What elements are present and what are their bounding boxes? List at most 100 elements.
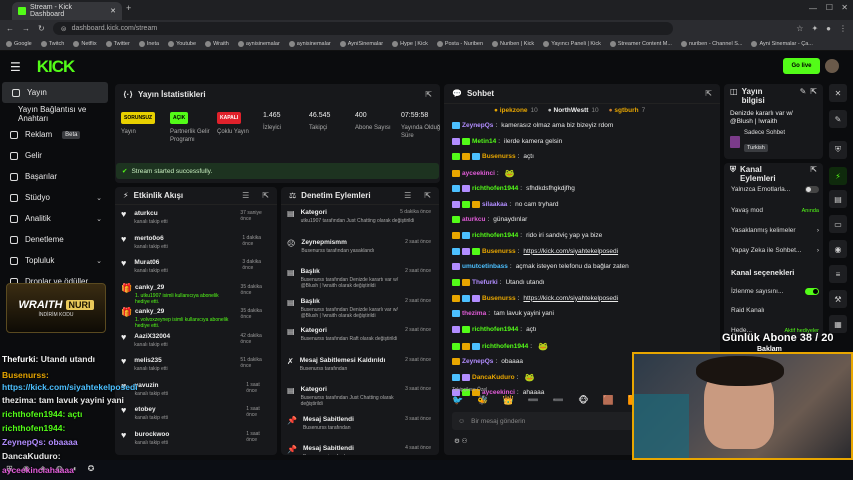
chat-username[interactable]: aturkcu xyxy=(462,216,485,223)
forward-icon[interactable]: → xyxy=(22,24,30,33)
bookmark-item[interactable]: Ineta xyxy=(138,40,159,47)
back-icon[interactable]: ← xyxy=(6,24,14,33)
setting-toggle[interactable] xyxy=(805,186,819,193)
bookmark-item[interactable]: Hype | Kick xyxy=(392,40,428,47)
taskbar-app-icon[interactable]: ✪ xyxy=(88,464,95,473)
sidebar-item-5[interactable]: Başarılar xyxy=(0,166,110,187)
popout-icon[interactable]: ⇱ xyxy=(705,89,712,98)
activity-user[interactable]: aturkcu xyxy=(134,210,234,217)
bookmark-item[interactable]: Yayıncı Paneli | Kick xyxy=(543,40,601,47)
popout-icon[interactable]: ⇱ xyxy=(810,87,817,96)
activity-user[interactable]: canky_29 xyxy=(135,308,235,315)
chat-username[interactable]: Busenurss xyxy=(482,295,516,302)
bookmark-item[interactable]: Twitter xyxy=(105,40,130,47)
rail-doc-icon[interactable]: ▤ xyxy=(829,190,847,208)
chat-link[interactable]: https://kick.com/siyahtekelposedi xyxy=(523,295,618,302)
activity-user[interactable]: burockwoo xyxy=(135,431,241,438)
emote[interactable]: ➖ xyxy=(528,395,539,406)
chat-username[interactable]: silaakaa xyxy=(482,201,507,208)
channel-setting-row[interactable]: İzlenme sayısını... xyxy=(731,288,819,295)
emote[interactable]: 🐝 xyxy=(477,395,488,406)
bookmark-item[interactable]: Ayni Sinemalar - Ça... xyxy=(751,40,813,47)
chat-username[interactable]: ZeynepQs xyxy=(462,122,493,129)
activity-user[interactable]: merto0o6 xyxy=(134,235,236,242)
top-chatter[interactable]: ● NorthWestt 10 xyxy=(548,107,599,114)
emote[interactable]: ➖ xyxy=(553,395,564,406)
go-live-button[interactable]: Go live xyxy=(783,58,820,74)
bookmark-item[interactable]: nuriben - Channel S... xyxy=(680,40,742,47)
bookmark-item[interactable]: Google xyxy=(6,40,32,47)
sidebar-item-9[interactable]: Topluluk ⌄ xyxy=(0,250,110,271)
channel-setting-row[interactable]: Raid Kanalı xyxy=(731,307,819,314)
sidebar-item-3[interactable]: Reklam Beta xyxy=(0,124,110,145)
user-avatar[interactable] xyxy=(825,59,839,73)
chat-username[interactable]: richthofen1944 xyxy=(472,326,518,333)
emote[interactable]: 🐵 xyxy=(578,395,588,406)
filter-icon[interactable]: ☰ xyxy=(404,191,411,200)
activity-user[interactable]: Murat06 xyxy=(134,259,236,266)
chat-username[interactable]: DancaKuduro xyxy=(472,374,515,381)
chat-bottom-icons[interactable]: ⚙ ⚇ xyxy=(454,437,467,445)
emote[interactable]: 🟫 xyxy=(603,395,614,406)
setting-toggle[interactable] xyxy=(805,288,819,295)
browser-menu-icon[interactable]: ⋮ xyxy=(839,24,847,33)
chat-username[interactable]: ayceekinci xyxy=(462,170,495,177)
channel-setting-row[interactable]: Yavaş mod Anında xyxy=(731,207,819,214)
rail-grid-icon[interactable]: ▦ xyxy=(829,315,847,333)
new-tab-icon[interactable]: + xyxy=(126,3,131,13)
close-window-icon[interactable]: ✕ xyxy=(841,3,848,12)
chat-username[interactable]: richthofen1944 xyxy=(472,185,518,192)
chat-username[interactable]: thezima xyxy=(462,310,486,317)
extensions-icon[interactable]: ✦ xyxy=(811,24,818,33)
chat-username[interactable]: richthofen1944 xyxy=(482,343,528,350)
activity-user[interactable]: etobey xyxy=(135,406,241,413)
rail-tool-icon[interactable]: ⚒ xyxy=(829,290,847,308)
sidebar-item-2[interactable]: Yayın Bağlantısı ve Anahtarı xyxy=(0,103,110,124)
rail-shield-icon[interactable]: ⛨ xyxy=(829,141,847,159)
reload-icon[interactable]: ↻ xyxy=(38,24,45,33)
top-chatter[interactable]: ● sgtburh 7 xyxy=(609,107,646,114)
bookmark-item[interactable]: AyniSinemalar xyxy=(339,40,383,47)
chat-username[interactable]: Busenurss xyxy=(482,248,516,255)
rail-list-icon[interactable]: ≡ xyxy=(829,265,847,283)
rail-edit-icon[interactable]: ✎ xyxy=(829,110,847,128)
bookmark-item[interactable]: Netflix xyxy=(73,40,97,47)
activity-user[interactable]: yavuzin xyxy=(135,382,241,389)
channel-setting-row[interactable]: Yapay Zeka ile Sohbet... › xyxy=(731,247,819,254)
emote[interactable]: 🐦 xyxy=(452,395,463,406)
url-field[interactable]: ⊜ dashboard.kick.com/stream xyxy=(52,22,673,35)
bookmark-item[interactable]: Posta - Nuriben xyxy=(436,40,483,47)
chat-username[interactable]: ZeynepQs xyxy=(462,358,493,365)
sidebar-item-1[interactable]: Yayın xyxy=(2,82,108,103)
rail-audio-icon[interactable]: ◉ xyxy=(829,240,847,258)
popout-icon[interactable]: ⇱ xyxy=(424,191,431,200)
maximize-icon[interactable]: ☐ xyxy=(826,3,833,12)
popout-icon[interactable]: ⇱ xyxy=(810,165,817,174)
edit-icon[interactable]: ✎ xyxy=(800,87,807,96)
chat-settings-icon[interactable]: ☺ xyxy=(458,418,465,425)
popout-icon[interactable]: ⇱ xyxy=(425,90,432,99)
top-chatter[interactable]: ● ipekzone 10 xyxy=(494,107,538,114)
close-tab-icon[interactable]: ✕ xyxy=(110,7,116,15)
chat-username[interactable]: Metin14 xyxy=(472,138,496,145)
chat-username[interactable]: Thefurki xyxy=(472,279,498,286)
bookmark-item[interactable]: Wraith xyxy=(205,40,229,47)
wraith-promo-banner[interactable]: WRAITH NURI İNDİRİM KODU xyxy=(6,283,106,333)
profile-icon[interactable]: ● xyxy=(826,24,831,33)
hamburger-menu-icon[interactable]: ☰ xyxy=(10,60,21,74)
rail-bolt-icon[interactable]: ⚡ xyxy=(829,167,847,185)
chat-username[interactable]: richthofen1944 xyxy=(472,232,518,239)
chat-link[interactable]: https://kick.com/siyahtekelposedi xyxy=(523,248,618,255)
rail-pin-icon[interactable]: ✕ xyxy=(829,84,847,102)
channel-setting-row[interactable]: Yalnızca Emotlarla... xyxy=(731,186,819,193)
sidebar-item-7[interactable]: Analitik ⌄ xyxy=(0,208,110,229)
channel-setting-row[interactable]: Yasaklanmış kelimeler › xyxy=(731,227,819,234)
popout-icon[interactable]: ⇱ xyxy=(262,191,269,200)
bookmark-item[interactable]: aynisinemalar xyxy=(288,40,331,47)
filter-icon[interactable]: ☰ xyxy=(242,191,249,200)
bookmark-star-icon[interactable]: ☆ xyxy=(796,24,803,33)
emote[interactable]: 👑 xyxy=(502,395,513,406)
bookmark-item[interactable]: Twitch xyxy=(40,40,64,47)
activity-user[interactable]: canky_29 xyxy=(135,284,235,291)
activity-user[interactable]: melis235 xyxy=(134,357,234,364)
